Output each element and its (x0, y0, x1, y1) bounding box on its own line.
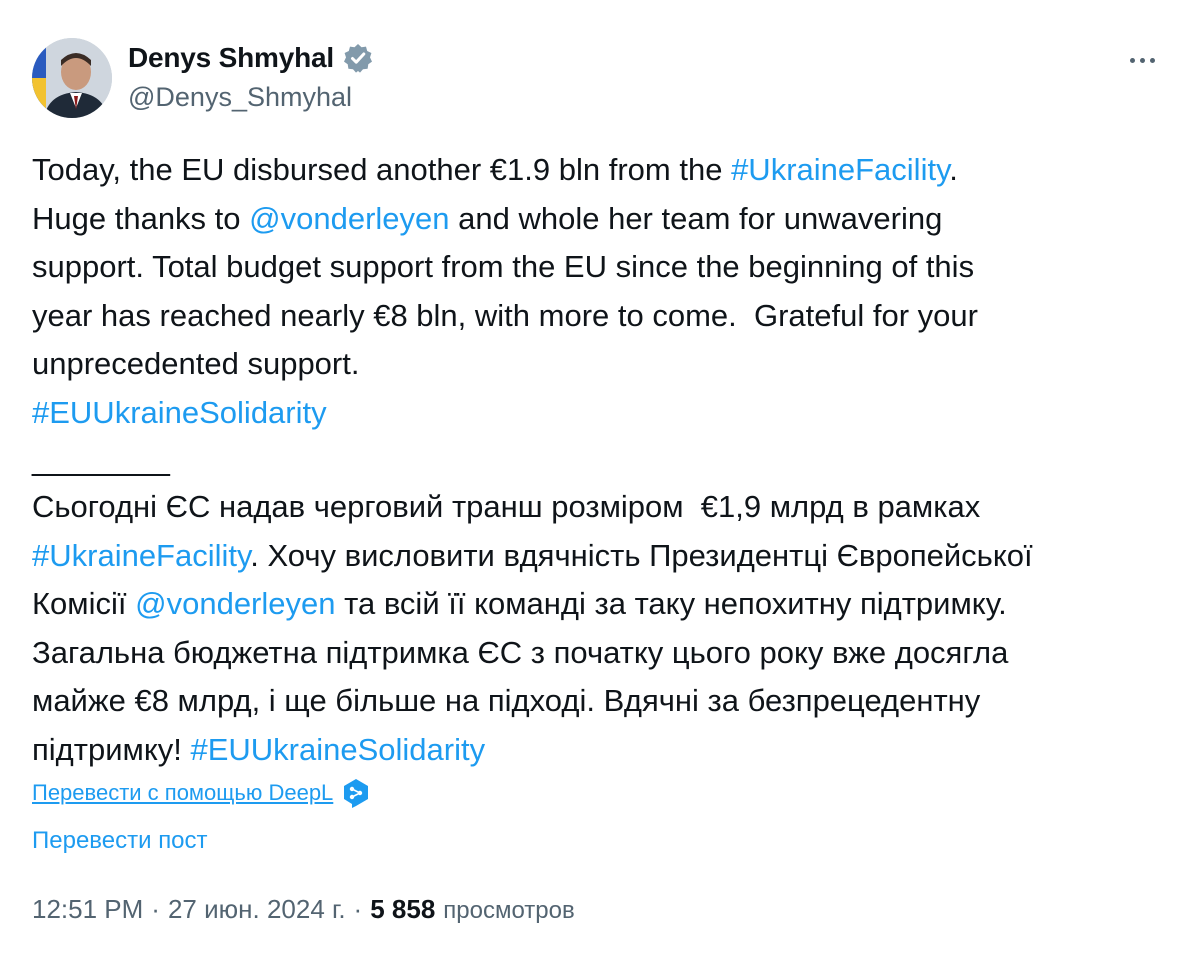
views-count: 5 858 (370, 894, 436, 924)
verified-badge-icon (343, 44, 372, 73)
post-line: support. Total budget support from the E… (32, 249, 975, 284)
deepl-translate-row: Перевести с помощью DeepL (32, 778, 369, 808)
post-line: підтримку! #EUUkraineSolidarity (32, 726, 1162, 775)
post-time[interactable]: 12:51 PM (32, 894, 143, 925)
dot (1129, 57, 1135, 63)
display-name[interactable]: Denys Shmyhal (128, 42, 334, 74)
separator-line: ________ (32, 442, 170, 477)
post-line: #UkraineFacility. Хочу висловити вдячніс… (32, 532, 1162, 581)
translate-deepl-link[interactable]: Перевести с помощью DeepL (32, 780, 333, 806)
post-line: Today, the EU disbursed another €1.9 bln… (32, 146, 1162, 195)
text-span: Комісії (32, 586, 136, 621)
post-date[interactable]: 27 июн. 2024 г. (168, 894, 346, 925)
post-header: Denys Shmyhal @Denys_Shmyhal (32, 38, 1168, 120)
dot (1139, 57, 1145, 63)
mention-link[interactable]: @vonderleyen (135, 586, 335, 621)
user-handle[interactable]: @Denys_Shmyhal (128, 82, 352, 113)
hashtag-link[interactable]: #EUUkraineSolidarity (32, 389, 1162, 438)
mention-link[interactable]: @vonderleyen (249, 201, 449, 236)
post-text: Today, the EU disbursed another €1.9 bln… (32, 146, 1162, 774)
text-span: . (949, 152, 958, 187)
text-span: Huge thanks to (32, 200, 250, 236)
dot (1149, 57, 1155, 63)
text-span: підтримку! (32, 731, 191, 767)
meta-separator: · (353, 894, 363, 924)
post-line: Загальна бюджетна підтримка ЄС з початку… (32, 634, 1009, 670)
text-span: Today, the EU disbursed another €1.9 bln… (32, 152, 732, 187)
text-span: . Хочу висловити вдячність Президентці Є… (250, 537, 1033, 573)
post-line: year has reached nearly €8 bln, with mor… (32, 297, 978, 333)
post-line: Комісії @vonderleyen та всій її команді … (32, 580, 1162, 629)
deepl-icon[interactable] (343, 778, 369, 808)
views-label: просмотров (443, 897, 575, 924)
text-span: та всій її команді за таку непохитну під… (335, 586, 1007, 621)
hashtag-link[interactable]: #EUUkraineSolidarity (190, 732, 485, 767)
post-line: Huge thanks to @vonderleyen and whole he… (32, 195, 1162, 244)
hashtag-link[interactable]: #UkraineFacility (32, 538, 250, 573)
avatar[interactable] (32, 38, 112, 118)
translate-post-button[interactable]: Перевести пост (32, 827, 208, 855)
post-line: unprecedented support. (32, 346, 360, 381)
hashtag-link[interactable]: #UkraineFacility (731, 152, 949, 187)
meta-separator: · (151, 894, 160, 924)
post-meta: 12:51 PM · 27 июн. 2024 г. · 5 858 просм… (32, 894, 575, 925)
more-options-icon[interactable] (1122, 48, 1162, 72)
name-row: Denys Shmyhal (128, 42, 374, 74)
avatar-image (32, 38, 112, 118)
post-line: Сьогодні ЄС надав черговий транш розміро… (32, 489, 981, 524)
post-line: майже €8 млрд, і ще більше на підході. В… (32, 683, 981, 718)
text-span: and whole her team for unwavering (449, 200, 943, 236)
